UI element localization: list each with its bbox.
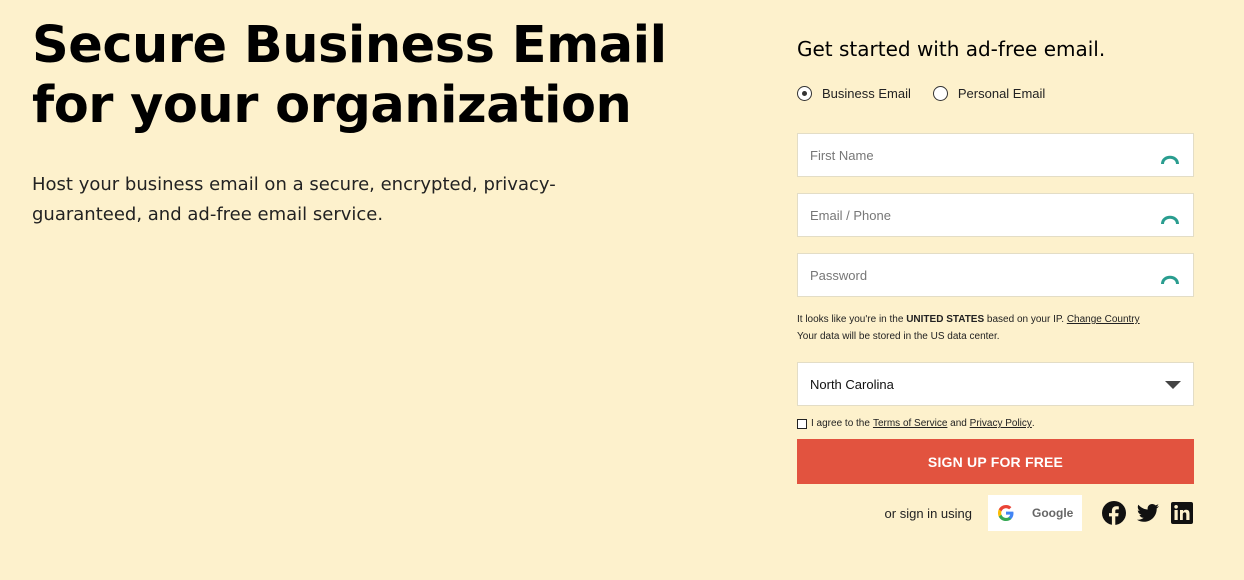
twitter-icon[interactable]: [1136, 501, 1160, 525]
ip-notice-line2: Your data will be stored in the US data …: [797, 331, 1000, 342]
caret-down-icon: [1165, 381, 1181, 389]
agree-and: and: [947, 418, 970, 429]
sign-up-button[interactable]: SIGN UP FOR FREE: [797, 439, 1194, 484]
ip-notice-prefix: It looks like you're in the: [797, 314, 907, 325]
radio-personal-email-label: Personal Email: [957, 86, 1046, 101]
radio-personal-email[interactable]: Personal Email: [932, 86, 1046, 101]
hero-subtitle: Host your business email on a secure, en…: [32, 174, 556, 225]
terms-of-service-link[interactable]: Terms of Service: [873, 418, 947, 429]
first-name-input[interactable]: [798, 134, 1193, 176]
eye-icon[interactable]: [1159, 147, 1181, 165]
ip-notice: It looks like you're in the UNITED STATE…: [797, 311, 1194, 345]
form-heading: Get started with ad-free email.: [797, 37, 1106, 61]
signup-form: Get started with ad-free email. Business…: [797, 36, 1194, 531]
agree-prefix: I agree to the: [811, 418, 870, 429]
terms-checkbox[interactable]: [797, 418, 807, 429]
region-select-value: North Carolina: [810, 376, 894, 392]
page-title-line1: Secure Business Email: [32, 16, 667, 75]
password-field: [797, 253, 1194, 297]
ip-notice-country: UNITED STATES: [906, 314, 985, 325]
region-select[interactable]: North Carolina: [797, 362, 1194, 406]
google-icon: [998, 505, 1014, 521]
account-type-group: Business Email Personal Email: [797, 86, 1194, 101]
google-signin-button[interactable]: Google: [988, 495, 1082, 531]
first-name-field: [797, 133, 1194, 177]
privacy-policy-link[interactable]: Privacy Policy: [970, 418, 1032, 429]
terms-agreement: I agree to the Terms of Service and Priv…: [797, 418, 1194, 429]
google-label: Google: [1032, 506, 1074, 520]
email-phone-field: [797, 193, 1194, 237]
email-phone-input[interactable]: [798, 194, 1193, 236]
agree-suffix: .: [1031, 418, 1035, 429]
social-signin: or sign in using Google: [797, 495, 1194, 531]
hero-section: Secure Business Email for your organizat…: [32, 16, 712, 230]
social-signin-label: or sign in using: [884, 505, 972, 521]
password-input[interactable]: [798, 254, 1193, 296]
eye-icon[interactable]: [1159, 207, 1181, 225]
radio-business-email-circle[interactable]: [797, 86, 812, 101]
change-country-link[interactable]: Change Country: [1067, 314, 1140, 325]
page-title: Secure Business Email for your organizat…: [32, 16, 712, 136]
linkedin-icon[interactable]: [1170, 501, 1194, 525]
eye-icon[interactable]: [1159, 267, 1181, 285]
radio-business-email[interactable]: Business Email: [797, 86, 911, 101]
ip-notice-middle: based on your IP.: [984, 314, 1067, 325]
radio-business-email-label: Business Email: [822, 86, 911, 101]
page-title-line2: for your organization: [32, 76, 632, 135]
facebook-icon[interactable]: [1102, 501, 1126, 525]
radio-personal-email-circle[interactable]: [932, 86, 948, 101]
